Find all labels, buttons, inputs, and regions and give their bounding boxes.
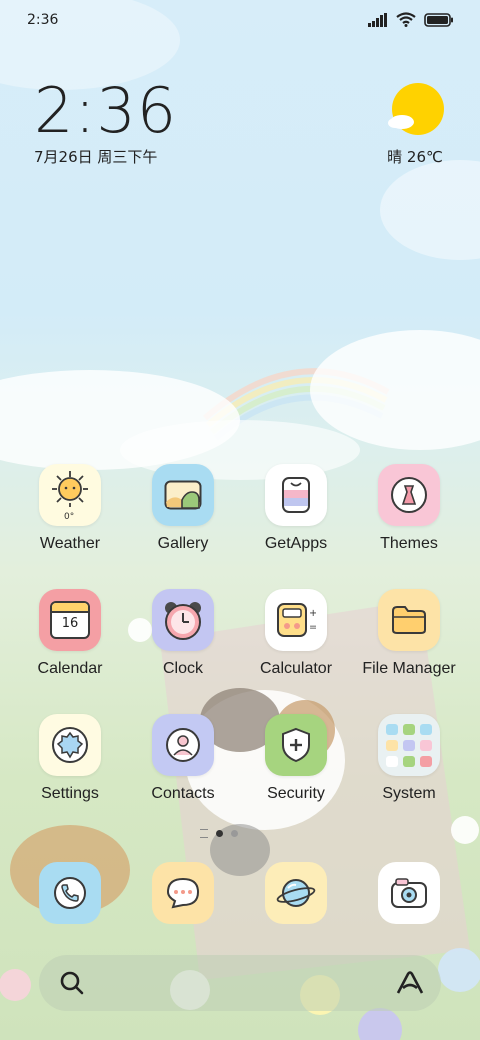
- browser-icon: [276, 879, 316, 907]
- app-themes[interactable]: Themes: [359, 464, 459, 564]
- contacts-icon: [152, 714, 214, 776]
- clock-icon: [152, 589, 214, 651]
- clock-widget-time[interactable]: 2:36: [34, 76, 177, 146]
- app-security[interactable]: Security: [246, 714, 346, 814]
- calculator-icon: + =: [265, 589, 327, 651]
- app-file-manager[interactable]: File Manager: [359, 589, 459, 689]
- page-indicator[interactable]: [200, 829, 238, 838]
- app-label: GetApps: [264, 535, 328, 552]
- weather-widget[interactable]: 晴 26℃: [380, 82, 450, 172]
- system-folder-icon: [378, 714, 440, 776]
- weather-temperature: 26℃: [406, 148, 443, 166]
- status-bar: 2:36: [0, 0, 480, 44]
- calendar-icon: 16: [39, 589, 101, 651]
- app-label: Calendar: [37, 660, 103, 677]
- folder-icon: [378, 589, 440, 651]
- app-label: Gallery: [157, 535, 209, 552]
- app-gallery[interactable]: Gallery: [133, 464, 233, 564]
- app-calculator[interactable]: + = Calculator: [246, 589, 346, 689]
- app-getapps[interactable]: GetApps: [246, 464, 346, 564]
- assistant-icon[interactable]: [395, 970, 425, 996]
- status-time: 2:36: [27, 12, 59, 28]
- wifi-icon: [396, 12, 416, 27]
- phone-icon: [54, 877, 86, 909]
- search-bar[interactable]: [39, 955, 441, 1011]
- app-weather[interactable]: 0° Weather: [20, 464, 120, 564]
- signal-icon: [368, 12, 387, 27]
- app-calendar[interactable]: 16 Calendar: [20, 589, 120, 689]
- app-clock[interactable]: Clock: [133, 589, 233, 689]
- search-icon: [60, 971, 84, 995]
- page-dot-active: [216, 830, 223, 837]
- clock-widget-date[interactable]: 7月26日 周三下午: [34, 146, 157, 167]
- themes-icon: [378, 464, 440, 526]
- app-label: Calculator: [259, 660, 333, 677]
- messages-icon: [166, 877, 200, 909]
- weather-condition: 晴: [387, 148, 403, 166]
- sunny-icon: [388, 83, 444, 135]
- dock-phone[interactable]: [39, 862, 101, 924]
- app-label: Settings: [41, 785, 99, 802]
- app-label: Contacts: [151, 785, 215, 802]
- gallery-icon: [152, 464, 214, 526]
- app-label: Themes: [380, 535, 438, 552]
- feed-handle-icon: [200, 829, 208, 838]
- app-folder-system[interactable]: System: [359, 714, 459, 814]
- calendar-day: 16: [61, 616, 79, 631]
- dock-messages[interactable]: [152, 862, 214, 924]
- app-settings[interactable]: Settings: [20, 714, 120, 814]
- home-screen: 2:36 2:36 7月26日 周三下午 晴 26℃ 0° Weather Ga…: [0, 0, 480, 1040]
- app-label: File Manager: [362, 660, 456, 677]
- weather-app-badge: 0°: [64, 512, 75, 522]
- page-dot: [231, 830, 238, 837]
- camera-icon: [391, 878, 427, 908]
- app-contacts[interactable]: Contacts: [133, 714, 233, 814]
- app-label: System: [382, 785, 436, 802]
- getapps-icon: [265, 464, 327, 526]
- battery-icon: [424, 12, 453, 27]
- app-label: Clock: [162, 660, 203, 677]
- security-shield-icon: [265, 714, 327, 776]
- svg-text:+: +: [309, 608, 316, 619]
- dock-camera[interactable]: [378, 862, 440, 924]
- settings-icon: [39, 714, 101, 776]
- svg-text:=: =: [309, 622, 316, 633]
- dock-browser[interactable]: [265, 862, 327, 924]
- app-label: Weather: [39, 535, 101, 552]
- app-label: Security: [267, 785, 325, 802]
